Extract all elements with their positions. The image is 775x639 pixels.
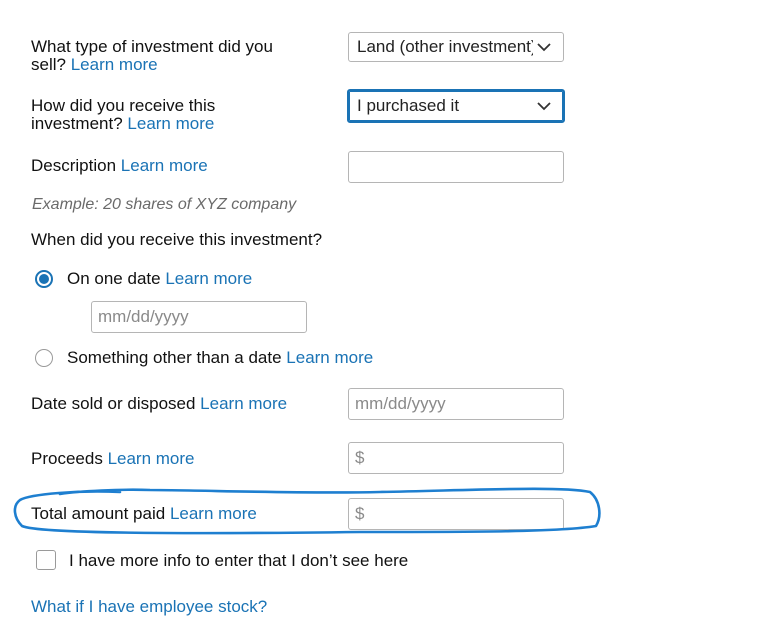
more-info-checkbox[interactable]	[36, 550, 56, 570]
date-sold-label: Date sold or disposed Learn more	[31, 394, 288, 413]
currency-symbol: $	[355, 448, 365, 467]
investment-type-label: What type of investment did you sell? Le…	[31, 37, 273, 74]
one-date-option-label: On one date Learn more	[67, 269, 253, 288]
chevron-down-icon	[533, 99, 555, 113]
chevron-down-icon	[533, 40, 555, 54]
when-received-question: When did you receive this investment?	[31, 230, 323, 249]
description-example: Example: 20 shares of XYZ company	[32, 196, 297, 213]
total-paid-learn-more-link[interactable]: Learn more	[170, 504, 257, 523]
currency-symbol: $	[355, 504, 365, 523]
received-date-input[interactable]	[91, 301, 307, 333]
description-label: Description Learn more	[31, 156, 208, 175]
description-learn-more-link[interactable]: Learn more	[121, 156, 208, 175]
total-paid-input[interactable]: $	[348, 498, 564, 530]
one-date-radio[interactable]	[35, 270, 53, 288]
description-input[interactable]	[348, 151, 564, 183]
employee-stock-link[interactable]: What if I have employee stock?	[31, 598, 267, 616]
date-sold-input[interactable]	[348, 388, 564, 420]
receive-method-select[interactable]: I purchased it	[347, 89, 565, 123]
proceeds-label: Proceeds Learn more	[31, 449, 195, 468]
more-info-label: I have more info to enter that I don’t s…	[69, 551, 409, 570]
radio-selected-dot	[39, 274, 49, 284]
receive-method-label: How did you receive this investment? Lea…	[31, 96, 216, 133]
other-than-date-option-label: Something other than a date Learn more	[67, 348, 374, 367]
total-paid-label: Total amount paid Learn more	[31, 504, 257, 523]
investment-type-select[interactable]: Land (other investment)	[348, 32, 564, 62]
proceeds-input[interactable]: $	[348, 442, 564, 474]
other-than-date-radio[interactable]	[35, 349, 53, 367]
one-date-learn-more-link[interactable]: Learn more	[165, 269, 252, 288]
receive-method-learn-more-link[interactable]: Learn more	[127, 114, 214, 133]
proceeds-learn-more-link[interactable]: Learn more	[108, 449, 195, 468]
other-than-date-learn-more-link[interactable]: Learn more	[286, 348, 373, 367]
date-sold-learn-more-link[interactable]: Learn more	[200, 394, 287, 413]
investment-type-learn-more-link[interactable]: Learn more	[71, 55, 158, 74]
